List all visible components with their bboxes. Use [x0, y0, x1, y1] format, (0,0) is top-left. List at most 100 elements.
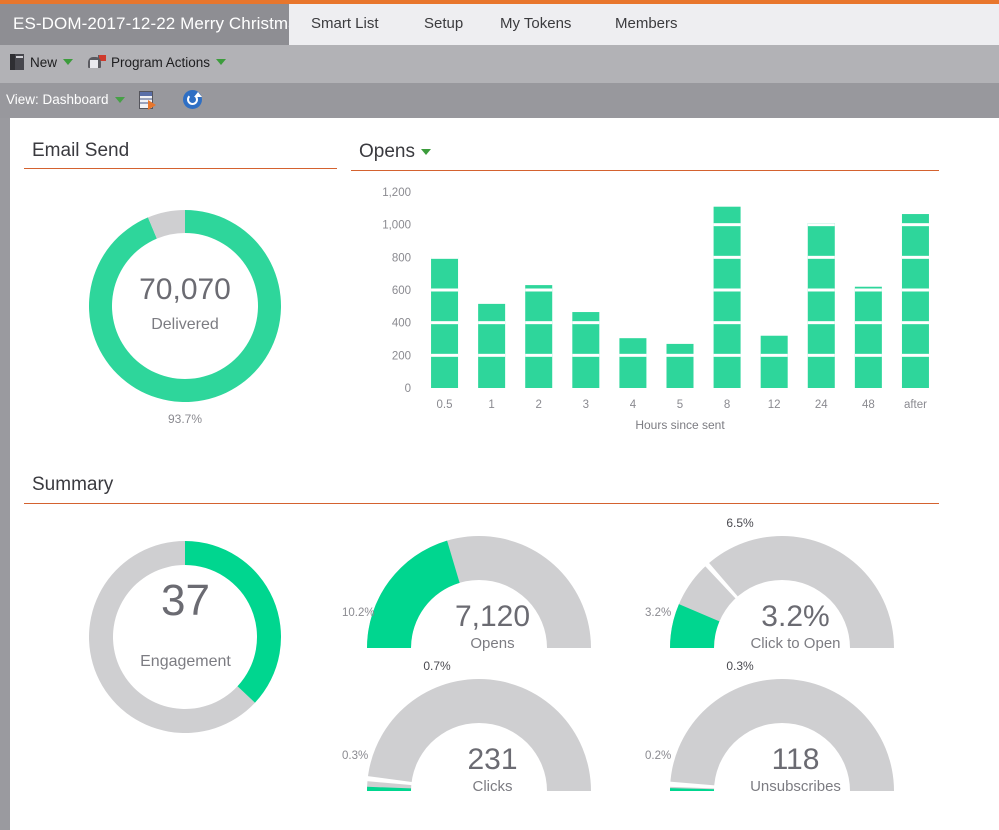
bar[interactable]: [619, 338, 647, 388]
gauge-benchmark-percent-click-to-open: 6.5%: [726, 516, 754, 530]
gauge-label-clicks: Clicks: [472, 778, 513, 795]
page-title: ES-DOM-2017-12-22 Merry Christmas: [13, 14, 307, 33]
bar-gridline-stripe: [901, 353, 929, 357]
y-axis-tick-label: 1,200: [382, 187, 411, 199]
gauge-label-opens: Opens: [470, 635, 515, 652]
bar-gridline-stripe: [807, 255, 835, 259]
bar[interactable]: [525, 285, 553, 388]
x-axis-tick-label: 5: [677, 399, 683, 411]
new-button-label: New: [30, 54, 58, 70]
x-axis-tick-label: 48: [862, 399, 875, 411]
tab-label: Setup: [424, 15, 464, 32]
x-axis-tick-label: 2: [536, 399, 542, 411]
chevron-down-icon: [216, 59, 227, 65]
bar-gridline-stripe: [807, 321, 835, 325]
x-axis-tick-label: 24: [815, 399, 828, 411]
tab-label: Members: [615, 15, 678, 32]
email-send-title: Email Send: [32, 140, 130, 161]
gauge-benchmark-percent-clicks: 0.7%: [423, 659, 451, 673]
x-axis-tick-label: after: [904, 399, 927, 411]
x-axis-tick-label: 1: [488, 399, 494, 411]
y-axis-tick-label: 800: [392, 252, 411, 264]
bar[interactable]: [901, 214, 929, 388]
opens-chart-rule: [351, 170, 939, 171]
new-document-icon: [10, 54, 24, 70]
dashboard-card: Email Send 70,070 Delivered 93.7% Opens …: [10, 118, 999, 830]
gauge-benchmark-percent-unsubscribes: 0.3%: [726, 659, 754, 673]
bar-gridline-stripe: [525, 288, 553, 292]
y-axis-tick-label: 600: [392, 285, 411, 297]
bar-gridline-stripe: [901, 288, 929, 292]
gauge-value-unsubscribes: 118: [771, 743, 820, 776]
x-axis-tick-label: 12: [768, 399, 781, 411]
toolbar: New Program Actions: [0, 45, 999, 83]
gauge-side-percent-click-to-open: 3.2%: [645, 607, 672, 619]
tab-label: My Tokens: [500, 15, 572, 32]
bar[interactable]: [760, 335, 788, 388]
bar-gridline-stripe: [807, 223, 835, 227]
bar-gridline-stripe: [431, 321, 459, 325]
x-axis-title: Hours since sent: [635, 418, 725, 432]
summary-rule: [24, 503, 939, 504]
opens-chart-title: Opens: [359, 141, 415, 162]
gauge-side-percent-unsubscribes: 0.2%: [645, 750, 672, 762]
email-send-percent: 93.7%: [167, 412, 203, 426]
gauge-label-unsubscribes: Unsubscribes: [750, 778, 841, 795]
bar-gridline-stripe: [854, 321, 882, 325]
bar[interactable]: [666, 343, 694, 388]
x-axis-tick-label: 0.5: [437, 399, 453, 411]
bar-gridline-stripe: [572, 353, 600, 357]
tab-my-tokens[interactable]: My Tokens: [500, 15, 571, 32]
bar[interactable]: [713, 206, 741, 388]
gauge-value-clicks: 231: [467, 743, 518, 776]
export-table-icon[interactable]: [139, 91, 158, 110]
new-button[interactable]: New: [10, 54, 74, 70]
gauge-label-click-to-open: Click to Open: [750, 635, 841, 652]
view-selector[interactable]: View: Dashboard: [6, 92, 125, 107]
title-bar: ES-DOM-2017-12-22 Merry Christmas Smart …: [0, 4, 999, 45]
bar-gridline-stripe: [713, 353, 741, 357]
bar[interactable]: [478, 303, 506, 388]
tab-smart-list[interactable]: Smart List: [311, 15, 379, 32]
bar[interactable]: [854, 286, 882, 388]
bar-gridline-stripe: [901, 223, 929, 227]
chevron-down-icon: [420, 149, 431, 155]
bar-gridline-stripe: [478, 353, 506, 357]
opens-chart-title-dropdown[interactable]: Opens: [359, 141, 431, 163]
bar-gridline-stripe: [807, 288, 835, 292]
x-axis-tick-label: 3: [583, 399, 589, 411]
bar-gridline-stripe: [760, 353, 788, 357]
y-axis-tick-label: 0: [405, 383, 411, 395]
bar-gridline-stripe: [901, 255, 929, 259]
engagement-label: Engagement: [140, 653, 231, 670]
y-axis-tick-label: 200: [392, 350, 411, 362]
x-axis-tick-label: 8: [724, 399, 730, 411]
gauge-side-percent-opens: 10.2%: [342, 607, 375, 619]
bar-gridline-stripe: [431, 288, 459, 292]
gauge-value-opens: 7,120: [454, 600, 531, 633]
tab-label: Smart List: [311, 15, 379, 32]
bar-gridline-stripe: [572, 321, 600, 325]
tab-strip: Smart List Setup My Tokens Members: [289, 4, 999, 45]
refresh-icon[interactable]: [183, 90, 202, 109]
program-actions-label: Program Actions: [111, 54, 211, 70]
y-axis-tick-label: 1,000: [382, 220, 411, 232]
tab-members[interactable]: Members: [615, 15, 678, 32]
bar-gridline-stripe: [901, 321, 929, 325]
bar-gridline-stripe: [478, 321, 506, 325]
opens-bar-chart: 0 200 400 600 800 1,000 1,200 0.5 1 2 3 4 5 8 12 24 48 af…: [365, 180, 945, 440]
bar-gridline-stripe: [713, 255, 741, 259]
bar-gridline-stripe: [854, 288, 882, 292]
bar-gridline-stripe: [807, 353, 835, 357]
chevron-down-icon: [114, 96, 125, 103]
program-actions-button[interactable]: Program Actions: [88, 54, 227, 70]
view-selector-label: View: Dashboard: [6, 92, 109, 107]
bar-gridline-stripe: [854, 353, 882, 357]
tab-setup[interactable]: Setup: [424, 15, 463, 32]
bar-gridline-stripe: [666, 353, 694, 357]
bar-gridline-stripe: [713, 321, 741, 325]
engagement-value: 37: [161, 576, 210, 625]
bar[interactable]: [807, 223, 835, 388]
bar-gridline-stripe: [525, 321, 553, 325]
email-send-sublabel: Delivered: [151, 316, 219, 333]
